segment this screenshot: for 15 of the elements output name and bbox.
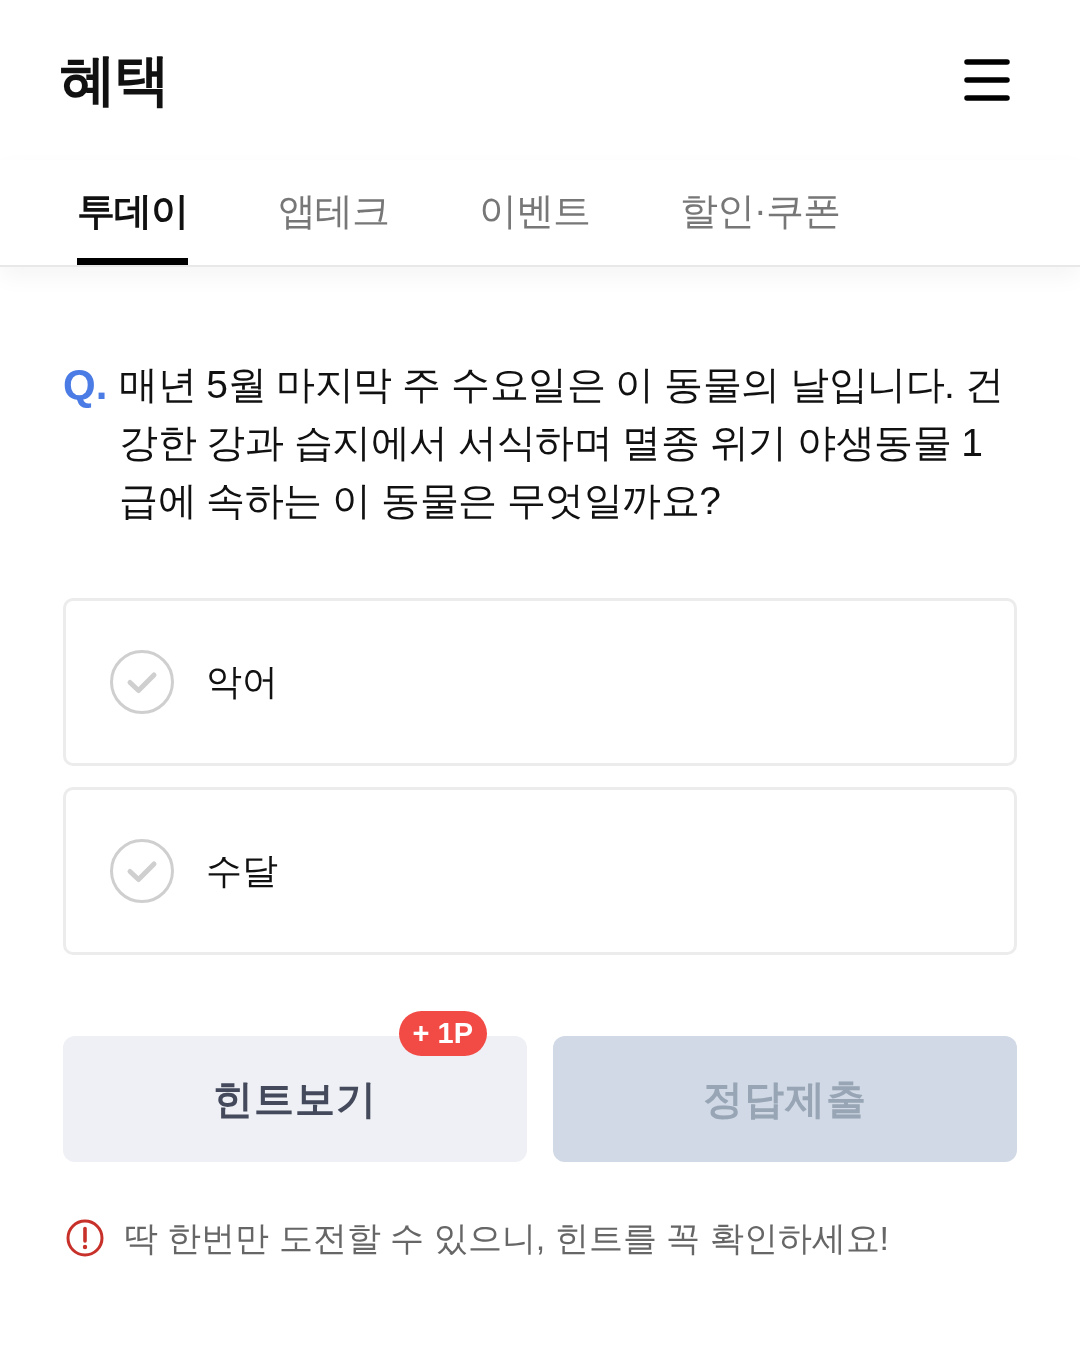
tab[interactable]: 할인·쿠폰: [680, 160, 840, 265]
question-marker: Q.: [63, 360, 109, 410]
page-title: 혜택: [60, 48, 168, 112]
alert-icon: [66, 1219, 104, 1257]
answer-option[interactable]: 수달: [63, 787, 1017, 955]
menu-icon[interactable]: [964, 59, 1010, 101]
answer-option[interactable]: 악어: [63, 598, 1017, 766]
points-badge: + 1P: [398, 1011, 487, 1056]
tab[interactable]: 투데이: [77, 160, 188, 265]
option-label: 수달: [206, 849, 278, 893]
notice-text: 딱 한번만 도전할 수 있으니, 힌트를 꼭 확인하세요!: [124, 1218, 890, 1259]
tab[interactable]: 앱테크: [278, 160, 389, 265]
tab[interactable]: 이벤트: [479, 160, 590, 265]
question-text: 매년 5월 마지막 주 수요일은 이 동물의 날입니다. 건강한 강과 습지에서 서식하며 멸종 위기 야생동물 1급에 속하는 이 동물은 무엇일까요?: [119, 362, 1005, 524]
option-label: 악어: [206, 660, 278, 704]
